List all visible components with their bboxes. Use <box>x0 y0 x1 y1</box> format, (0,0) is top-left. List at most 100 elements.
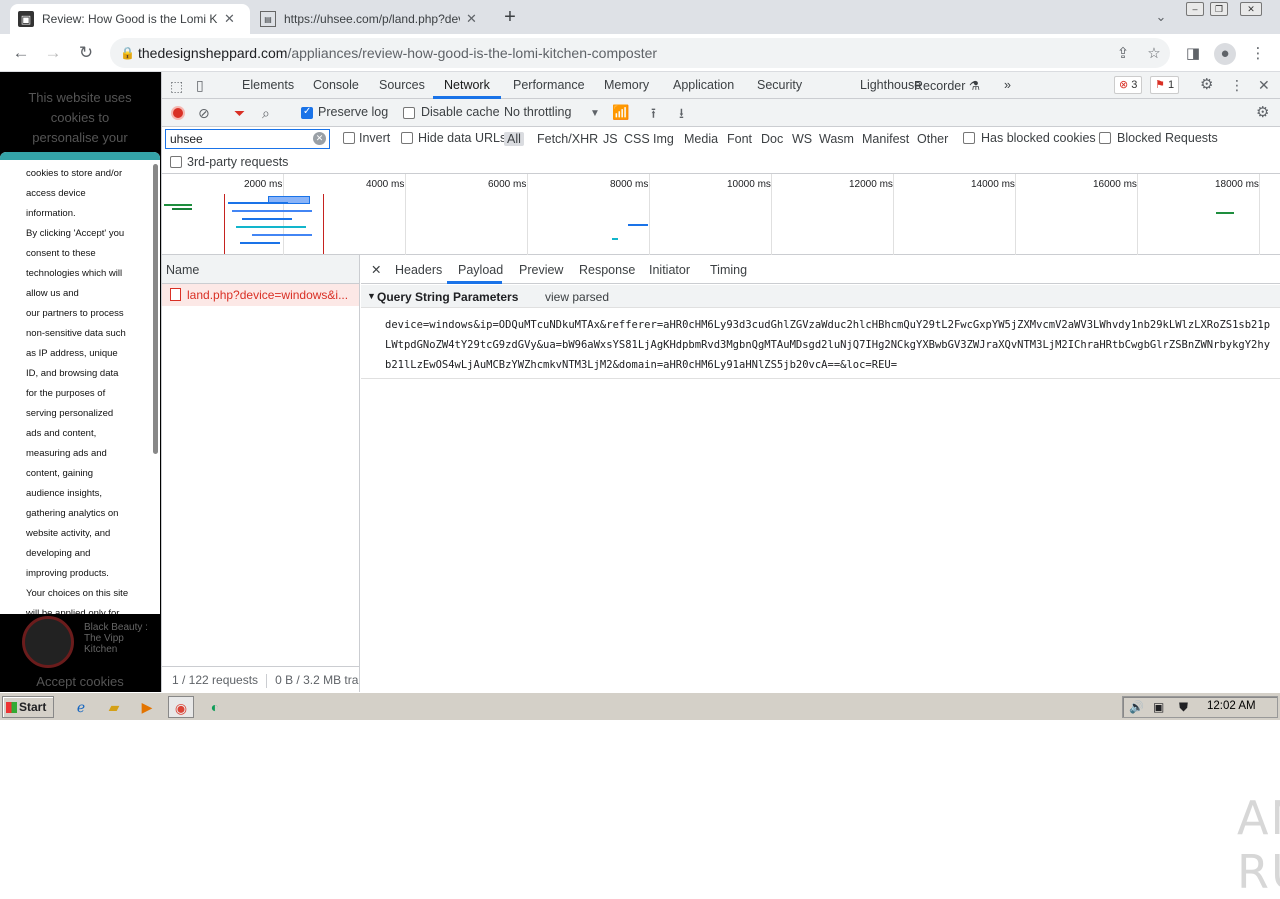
request-row[interactable]: land.php?device=windows&i... <box>162 284 359 306</box>
tab-timing[interactable]: Timing <box>710 263 747 277</box>
side-panel-icon[interactable]: ◨ <box>1182 43 1204 65</box>
tab-elements[interactable]: Elements <box>242 78 294 92</box>
close-window-button[interactable]: ✕ <box>1240 2 1262 16</box>
type-filter-doc[interactable]: Doc <box>761 132 783 146</box>
start-button[interactable]: Start <box>2 696 54 718</box>
network-toolbar: ⊘ ⏷ ⌕ Preserve log Disable cache No thro… <box>162 99 1280 127</box>
query-string-section-header[interactable]: ▼ Query String Parameters view parsed <box>361 285 1280 308</box>
blocked-requests-checkbox[interactable] <box>1099 132 1111 144</box>
inspect-element-icon[interactable]: ⬚ <box>170 78 183 94</box>
browser-menu-icon[interactable]: ⋮ <box>1247 43 1269 65</box>
edge-icon[interactable]: ◐ <box>204 696 226 718</box>
disable-cache-checkbox[interactable] <box>403 107 415 119</box>
type-filter-all[interactable]: All <box>504 132 524 146</box>
close-tab-icon[interactable]: ✕ <box>466 11 477 27</box>
dialog-scrollbar[interactable] <box>153 164 158 454</box>
preserve-log-checkbox[interactable] <box>301 106 313 119</box>
throttling-select[interactable]: No throttling <box>504 105 571 119</box>
record-icon[interactable] <box>171 106 185 120</box>
back-arrow-icon[interactable]: ← <box>10 42 32 64</box>
collapse-triangle-icon[interactable]: ▼ <box>367 291 376 301</box>
type-filter-js[interactable]: JS <box>603 132 618 146</box>
cookie-text-line: ID, and browsing data <box>26 368 119 379</box>
clear-filter-icon[interactable]: ✕ <box>313 132 326 145</box>
new-tab-button[interactable]: + <box>498 6 522 30</box>
restore-window-button[interactable]: ❐ <box>1210 2 1228 16</box>
tab-security[interactable]: Security <box>757 78 802 92</box>
tab-recorder[interactable]: Recorder ⚗ <box>914 78 980 93</box>
dimmed-banner-text: This website uses <box>28 90 132 105</box>
third-party-requests-checkbox[interactable] <box>170 156 182 168</box>
hide-data-urls-label: Hide data URLs <box>418 131 507 145</box>
export-har-icon[interactable]: ⭳ <box>679 105 684 121</box>
volume-icon[interactable]: 🔊 <box>1129 700 1144 714</box>
type-filter-manifest[interactable]: Manifest <box>862 132 909 146</box>
network-settings-gear-icon[interactable]: ⚙ <box>1256 105 1269 121</box>
type-filter-ws[interactable]: WS <box>792 132 812 146</box>
minimize-window-button[interactable]: – <box>1186 2 1204 16</box>
filter-input[interactable]: uhsee ✕ <box>165 129 330 149</box>
invert-checkbox[interactable] <box>343 132 355 144</box>
filter-funnel-icon[interactable]: ⏷ <box>234 105 245 121</box>
tab-payload[interactable]: Payload <box>458 263 503 277</box>
has-blocked-cookies-checkbox[interactable] <box>963 132 975 144</box>
tab-headers[interactable]: Headers <box>395 263 442 277</box>
chrome-taskbar-icon[interactable]: ◉ <box>168 696 194 718</box>
type-filter-wasm[interactable]: Wasm <box>819 132 854 146</box>
type-filter-css[interactable]: CSS <box>624 132 650 146</box>
network-overview-timeline[interactable]: 2000 ms 4000 ms 6000 ms 8000 ms 10000 ms… <box>162 174 1280 255</box>
tab-performance[interactable]: Performance <box>513 78 585 92</box>
tab-memory[interactable]: Memory <box>604 78 649 92</box>
network-icon[interactable]: ▣ <box>1153 700 1164 714</box>
bookmark-star-icon[interactable]: ☆ <box>1143 43 1165 65</box>
profile-avatar-icon[interactable]: ● <box>1214 43 1236 65</box>
hide-data-urls-checkbox[interactable] <box>401 132 413 144</box>
view-parsed-link[interactable]: view parsed <box>545 290 609 304</box>
issues-count-badge[interactable]: ⚑ 1 <box>1150 76 1180 94</box>
error-count-badge[interactable]: ⊗ 3 <box>1114 76 1143 94</box>
device-toolbar-icon[interactable]: ▯ <box>196 77 204 93</box>
close-tab-icon[interactable]: ✕ <box>224 11 235 27</box>
name-column-header[interactable]: Name <box>162 255 359 284</box>
tab-search-chevron-down-icon[interactable]: ⌄ <box>1150 6 1172 28</box>
active-detail-tab-indicator <box>447 281 502 284</box>
tab-preview[interactable]: Preview <box>519 263 563 277</box>
settings-gear-icon[interactable]: ⚙ <box>1200 77 1213 93</box>
cookie-text-line: website activity, and <box>26 528 111 539</box>
tab-initiator[interactable]: Initiator <box>649 263 690 277</box>
search-icon[interactable]: ⌕ <box>262 105 270 121</box>
promo-card[interactable]: Black Beauty : The Vipp Kitchen <box>20 616 160 672</box>
tab-application[interactable]: Application <box>673 78 734 92</box>
tab-console[interactable]: Console <box>313 78 359 92</box>
file-explorer-icon[interactable]: ▰ <box>103 696 125 718</box>
tab-sources[interactable]: Sources <box>379 78 425 92</box>
more-tabs-icon[interactable]: » <box>1004 78 1011 92</box>
media-player-icon[interactable]: ▶ <box>136 696 158 718</box>
share-icon[interactable]: ⇪ <box>1112 43 1134 65</box>
security-shield-icon[interactable]: ⛊ <box>1179 700 1188 715</box>
devtools-menu-icon[interactable]: ⋮ <box>1230 77 1244 93</box>
forward-arrow-icon[interactable]: → <box>42 42 64 64</box>
import-har-icon[interactable]: ⭱ <box>651 105 656 121</box>
internet-explorer-icon[interactable]: ℯ <box>70 696 92 718</box>
tab-lighthouse[interactable]: Lighthouse <box>860 78 921 92</box>
clock[interactable]: 12:02 AM <box>1207 700 1256 712</box>
type-filter-other[interactable]: Other <box>917 132 948 146</box>
browser-tab-active[interactable]: ▣ Review: How Good is the Lomi Kitche ✕ <box>10 4 250 34</box>
site-favicon-icon: ▣ <box>18 11 34 27</box>
tab-response[interactable]: Response <box>579 263 635 277</box>
close-details-icon[interactable]: ✕ <box>371 262 381 277</box>
type-filter-fetch-xhr[interactable]: Fetch/XHR <box>537 132 598 146</box>
type-filter-img[interactable]: Img <box>653 132 674 146</box>
dropdown-caret-icon[interactable]: ▼ <box>590 106 600 122</box>
reload-icon[interactable]: ↻ <box>75 42 97 64</box>
type-filter-font[interactable]: Font <box>727 132 752 146</box>
tab-network[interactable]: Network <box>444 78 490 92</box>
network-conditions-icon[interactable]: 📶 <box>612 104 629 120</box>
browser-tab[interactable]: ▤ https://uhsee.com/p/land.php?devic ✕ <box>252 4 492 34</box>
accept-cookies-button[interactable]: Accept cookies <box>0 674 160 689</box>
close-devtools-icon[interactable]: ✕ <box>1258 77 1270 93</box>
address-bar[interactable]: 🔒 thedesignsheppard.com/appliances/revie… <box>110 38 1170 68</box>
type-filter-media[interactable]: Media <box>684 132 718 146</box>
clear-icon[interactable]: ⊘ <box>198 105 210 121</box>
